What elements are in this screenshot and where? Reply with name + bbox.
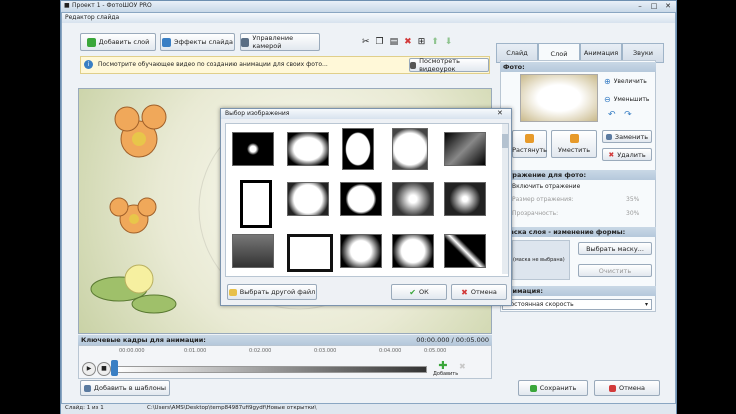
app-icon: ■ — [64, 2, 70, 9]
chevron-down-icon: ▾ — [644, 301, 648, 308]
save-button[interactable]: Сохранить — [518, 380, 588, 396]
rotate-icons[interactable]: ↶ ↷ — [608, 110, 648, 122]
animation-header: Анимация: — [500, 286, 656, 296]
template-icon — [83, 384, 91, 392]
fit-button[interactable]: Уместить — [551, 130, 597, 158]
mask-thumb[interactable] — [232, 234, 274, 268]
choose-mask-button[interactable]: Выбрать маску... — [578, 242, 652, 255]
dialog-title: Выбор изображения — [221, 109, 511, 119]
zoom-in-icon: ⊕ — [604, 76, 611, 86]
cut-icon[interactable]: ✂ — [362, 37, 370, 47]
slide-effects-button[interactable]: Эффекты слайда — [160, 33, 235, 51]
edit-toolbar: ✂ ❐ ▤ ✖ ⊞ ⬆ ⬇ — [362, 34, 482, 50]
scrollbar-thumb[interactable] — [502, 134, 508, 148]
image-picker-dialog: Выбор изображения ✕ Выбрать другой файл … — [220, 108, 512, 306]
check-icon: ✔ — [409, 287, 416, 297]
stretch-icon — [525, 134, 534, 143]
maximize-button[interactable]: □ — [647, 2, 661, 10]
image-grid — [225, 123, 509, 277]
reflection-checkbox[interactable]: Включить отражение — [512, 183, 580, 190]
delete-icon: ✖ — [608, 150, 615, 159]
stretch-button[interactable]: Растянуть — [512, 130, 547, 158]
copy-icon[interactable]: ❐ — [376, 37, 384, 47]
editor-titlebar: Редактор слайда — [62, 13, 675, 23]
photo-preview — [520, 74, 598, 122]
close-icon: ✖ — [461, 287, 468, 297]
minimize-button[interactable]: – — [633, 2, 647, 10]
reflection-opacity-value: 30% — [626, 210, 640, 217]
check-icon — [529, 384, 537, 392]
mask-thumb[interactable] — [287, 234, 333, 272]
dialog-ok-button[interactable]: ✔ ОК — [391, 284, 447, 300]
mask-preview: (маска не выбрана) — [512, 240, 570, 280]
mask-thumb[interactable] — [392, 234, 434, 268]
replace-button[interactable]: Заменить — [602, 130, 652, 143]
mask-thumb[interactable] — [444, 132, 486, 166]
remove-keyframe-icon[interactable]: ✖ — [459, 362, 466, 371]
add-template-button[interactable]: Добавить в шаблоны — [80, 380, 170, 396]
main-titlebar: ■ Проект 1 - ФотоШОУ PRO – □ ✕ — [61, 1, 676, 12]
status-bar: Слайд: 1 из 1 C:\Users\AMS\Desktop\temp8… — [61, 404, 676, 414]
arrow-down-icon[interactable]: ⬇ — [445, 37, 453, 47]
timeline-header: Ключевые кадры для анимации: 00:00.000 /… — [78, 335, 492, 345]
plus-icon — [86, 37, 96, 47]
close-icon — [608, 384, 616, 392]
choose-other-file-button[interactable]: Выбрать другой файл — [227, 284, 317, 300]
mask-header: Маска слоя - изменение формы: — [500, 227, 656, 237]
align-icon[interactable]: ⊞ — [418, 37, 426, 47]
mask-thumb[interactable] — [392, 182, 434, 216]
zoom-out-button[interactable]: ⊖ Уменьшить — [604, 93, 654, 105]
mask-thumb[interactable] — [342, 128, 374, 170]
reflection-opacity-label: Прозрачность: — [512, 210, 559, 217]
hint-bar: i Посмотрите обучающее видео по созданию… — [80, 56, 490, 74]
timeline-panel: 00:00.000 0:01.000 0:02.000 0:03.000 0:0… — [78, 345, 492, 379]
play-button[interactable]: ▶ — [82, 362, 96, 376]
mask-thumb[interactable] — [232, 132, 274, 166]
mask-thumb[interactable] — [340, 234, 382, 268]
reflection-header: Отражение для фото: — [500, 170, 656, 180]
camera-control-button[interactable]: Управление камерой — [240, 33, 320, 51]
editor-title: Редактор слайда — [65, 14, 120, 21]
add-keyframe-button[interactable]: ✚ Добавить — [433, 359, 458, 378]
delete-photo-button[interactable]: ✖ Удалить — [602, 148, 652, 161]
sparkle-icon — [162, 37, 171, 47]
keyframe-marker[interactable] — [111, 360, 118, 376]
mask-thumb[interactable] — [392, 128, 428, 170]
mask-thumb[interactable] — [444, 234, 486, 268]
timeline-track[interactable] — [115, 366, 427, 373]
zoom-in-button[interactable]: ⊕ Увеличить — [604, 75, 654, 87]
mask-thumb[interactable] — [240, 180, 272, 228]
stop-button[interactable]: ■ — [97, 362, 111, 376]
zoom-out-icon: ⊖ — [604, 94, 611, 104]
cancel-button[interactable]: Отмена — [594, 380, 660, 396]
arrow-up-icon[interactable]: ⬆ — [431, 37, 439, 47]
video-icon — [410, 61, 417, 69]
add-layer-button[interactable]: Добавить слой — [80, 33, 156, 51]
dialog-cancel-button[interactable]: ✖ Отмена — [451, 284, 507, 300]
dialog-close-icon[interactable]: ✕ — [497, 109, 503, 117]
clear-mask-button[interactable]: Очистить — [578, 264, 652, 277]
watch-video-button[interactable]: Посмотреть видеоурок — [409, 57, 489, 73]
close-button[interactable]: ✕ — [661, 2, 675, 10]
info-icon: i — [84, 60, 93, 69]
dialog-scrollbar[interactable] — [502, 124, 508, 274]
reflection-size-label: Размер отражения: — [512, 196, 574, 203]
mask-thumb[interactable] — [287, 182, 329, 216]
mask-thumb[interactable] — [287, 132, 329, 166]
speed-select[interactable]: Постоянная скорость ▾ — [502, 299, 652, 310]
mask-thumb[interactable] — [444, 182, 486, 216]
plus-icon: ✚ — [438, 359, 448, 372]
delete-icon[interactable]: ✖ — [404, 37, 412, 47]
reflection-size-value: 35% — [626, 196, 640, 203]
hint-text: Посмотрите обучающее видео по созданию а… — [98, 61, 328, 68]
mask-thumb[interactable] — [340, 182, 382, 216]
fit-icon — [569, 134, 579, 143]
folder-icon — [228, 288, 237, 296]
camera-icon — [241, 37, 250, 47]
paste-icon[interactable]: ▤ — [390, 37, 399, 47]
image-icon — [605, 133, 612, 140]
photo-header: Фото: — [500, 62, 656, 72]
app-title: Проект 1 - ФотоШОУ PRO — [72, 2, 152, 9]
